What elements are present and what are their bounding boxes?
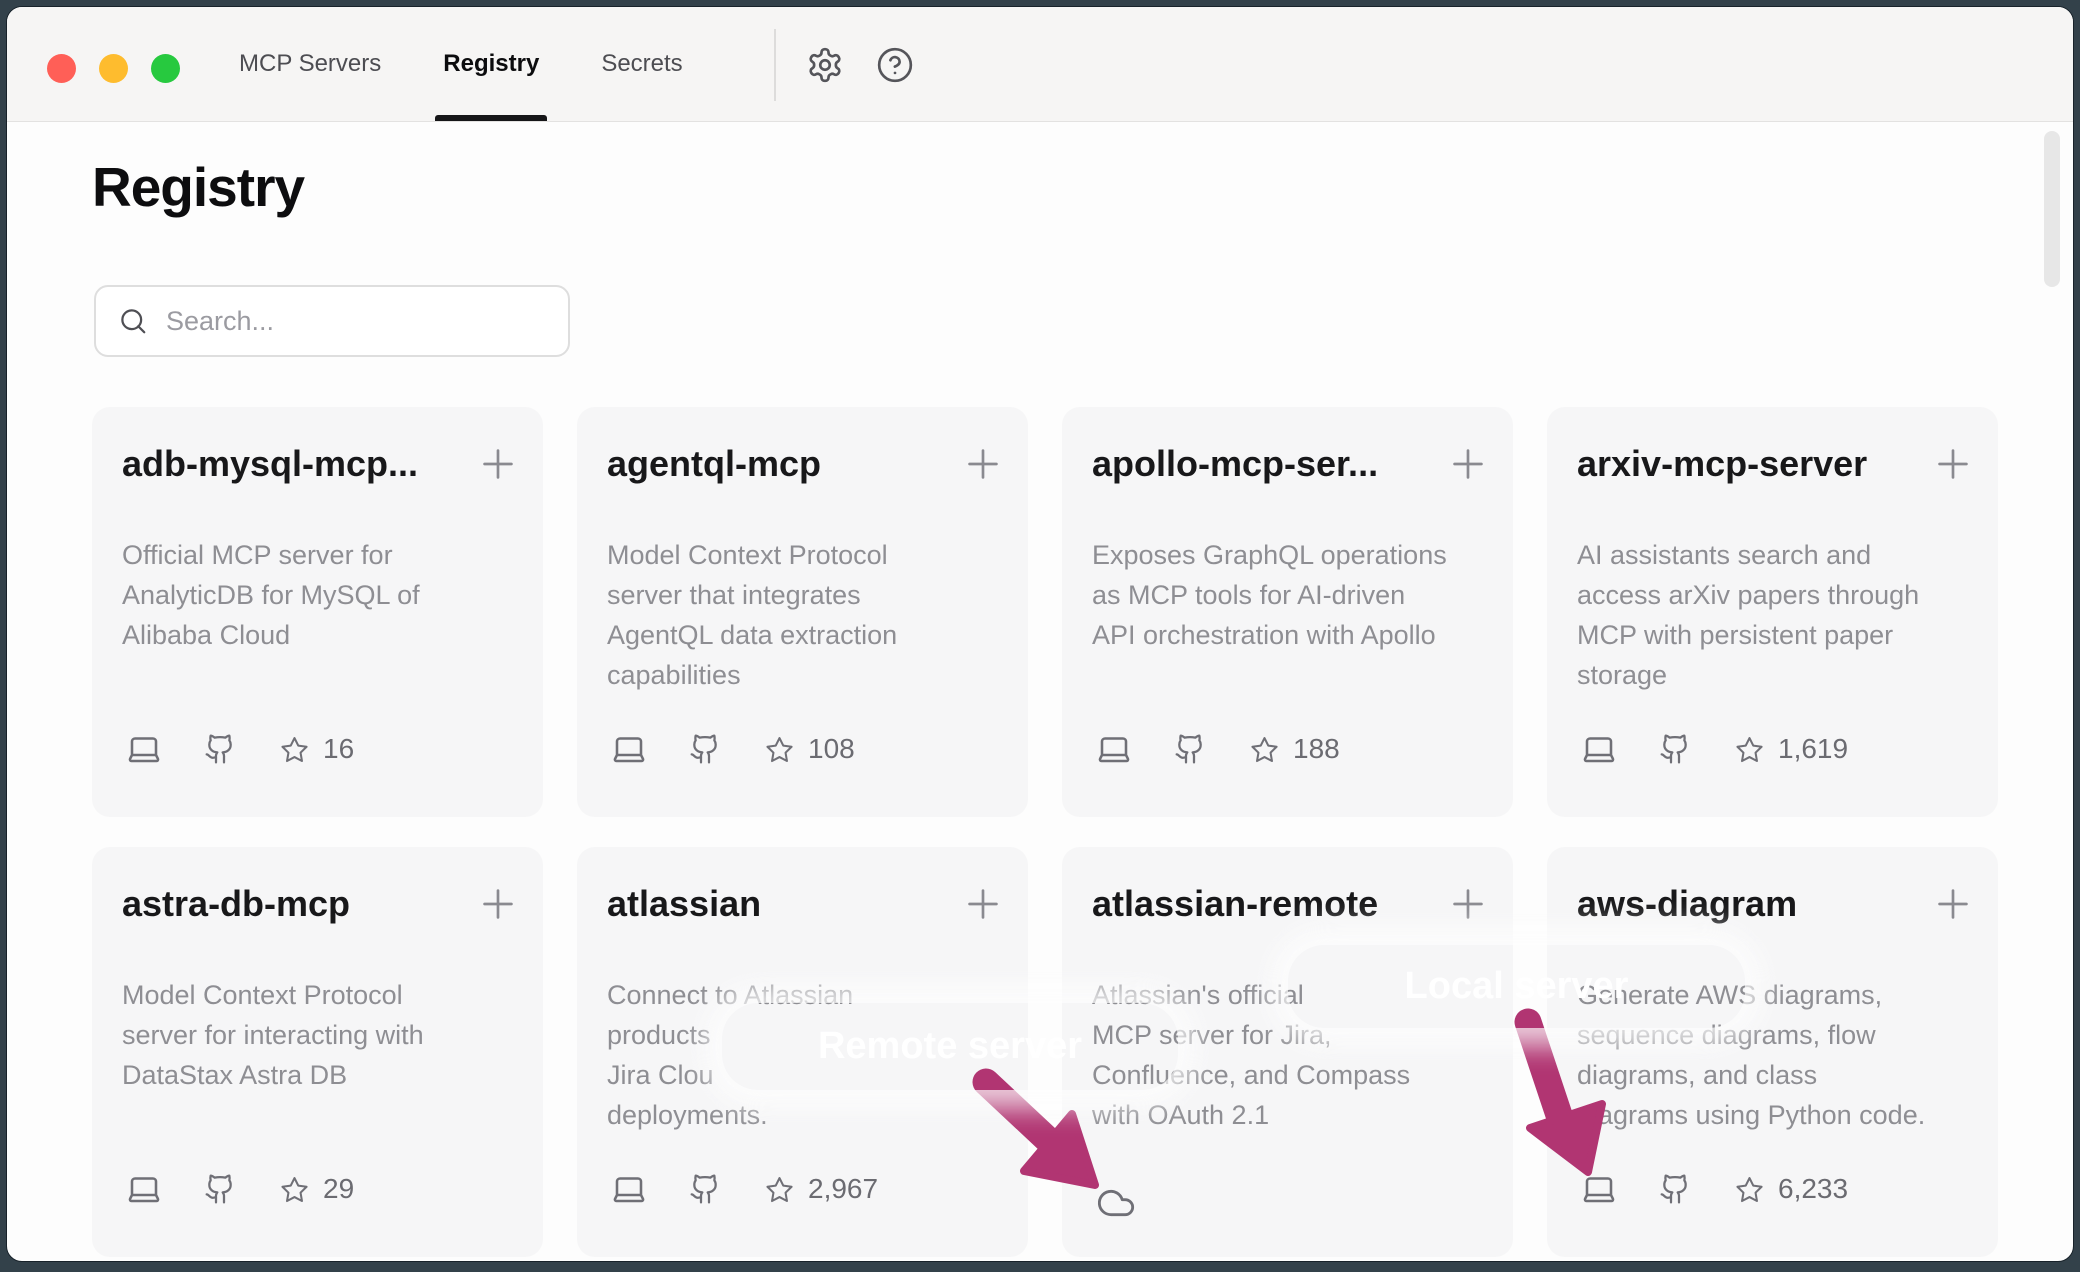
star-count: 6,233 — [1778, 1173, 1848, 1205]
server-card-footer: 6,233 — [1581, 1167, 1848, 1211]
server-name: arxiv-mcp-server — [1577, 443, 1918, 485]
star-icon — [765, 1175, 794, 1204]
settings-button[interactable] — [806, 46, 844, 84]
star-icon — [280, 735, 309, 764]
titlebar-divider — [774, 29, 776, 101]
server-card: astra-db-mcp Model Context Protocol serv… — [92, 847, 543, 1257]
gear-icon — [806, 46, 844, 84]
plus-icon — [475, 881, 521, 927]
server-description: Official MCP server for AnalyticDB for M… — [122, 535, 519, 655]
server-description: Exposes GraphQL operations as MCP tools … — [1092, 535, 1489, 655]
minimize-button[interactable] — [99, 54, 128, 83]
page-title: Registry — [92, 155, 304, 219]
server-name: aws-diagram — [1577, 883, 1918, 925]
server-description: AI assistants search and access arXiv pa… — [1577, 535, 1974, 695]
star-icon — [1250, 735, 1279, 764]
add-server-button[interactable] — [475, 441, 521, 487]
server-name: astra-db-mcp — [122, 883, 463, 925]
star-count: 2,967 — [808, 1173, 878, 1205]
github-icon[interactable] — [1659, 1173, 1691, 1205]
server-card: agentql-mcp Model Context Protocol serve… — [577, 407, 1028, 817]
server-name: agentql-mcp — [607, 443, 948, 485]
zoom-button[interactable] — [151, 54, 180, 83]
server-card-footer: 108 — [611, 727, 855, 771]
server-name: adb-mysql-mcp... — [122, 443, 463, 485]
server-card-footer — [1096, 1183, 1136, 1223]
tab-secrets[interactable]: Secrets — [597, 7, 686, 121]
tab-mcp-servers[interactable]: MCP Servers — [235, 7, 385, 121]
plus-icon — [1930, 881, 1976, 927]
add-server-button[interactable] — [475, 881, 521, 927]
add-server-button[interactable] — [1930, 441, 1976, 487]
star-icon — [280, 1175, 309, 1204]
server-description: Model Context Protocol server for intera… — [122, 975, 519, 1095]
main-tabs: MCP Servers Registry Secrets — [235, 7, 687, 121]
laptop-icon[interactable] — [1581, 731, 1617, 767]
close-button[interactable] — [47, 54, 76, 83]
star-count: 29 — [323, 1173, 354, 1205]
star-icon — [1735, 735, 1764, 764]
star-icon — [1735, 1175, 1764, 1204]
server-card-footer: 2,967 — [611, 1167, 878, 1211]
search-input[interactable] — [164, 305, 548, 338]
server-card: adb-mysql-mcp... Official MCP server for… — [92, 407, 543, 817]
laptop-icon[interactable] — [126, 731, 162, 767]
add-server-button[interactable] — [960, 881, 1006, 927]
registry-card-grid: adb-mysql-mcp... Official MCP server for… — [92, 407, 1998, 1257]
github-icon[interactable] — [1659, 733, 1691, 765]
server-description: Model Context Protocol server that integ… — [607, 535, 1004, 695]
server-name: apollo-mcp-ser... — [1092, 443, 1433, 485]
plus-icon — [1445, 441, 1491, 487]
screen: MCP Servers Registry Secrets — [0, 0, 2080, 1272]
local-server-callout: Local server — [1288, 945, 1745, 1028]
star-count: 16 — [323, 733, 354, 765]
plus-icon — [1930, 441, 1976, 487]
scrollbar-thumb[interactable] — [2044, 131, 2060, 287]
github-icon[interactable] — [204, 733, 236, 765]
github-icon[interactable] — [1174, 733, 1206, 765]
add-server-button[interactable] — [1445, 441, 1491, 487]
server-card: arxiv-mcp-server AI assistants search an… — [1547, 407, 1998, 817]
server-name: atlassian-remote — [1092, 883, 1433, 925]
add-server-button[interactable] — [1930, 881, 1976, 927]
plus-icon — [1445, 881, 1491, 927]
tab-registry[interactable]: Registry — [439, 7, 543, 121]
server-card: apollo-mcp-ser... Exposes GraphQL operat… — [1062, 407, 1513, 817]
server-card-footer: 188 — [1096, 727, 1340, 771]
laptop-icon[interactable] — [1096, 731, 1132, 767]
plus-icon — [475, 441, 521, 487]
github-icon[interactable] — [689, 733, 721, 765]
laptop-icon[interactable] — [126, 1171, 162, 1207]
laptop-icon[interactable] — [1581, 1171, 1617, 1207]
search-icon — [118, 306, 148, 336]
titlebar: MCP Servers Registry Secrets — [7, 7, 2073, 122]
remote-server-callout: Remote server — [722, 1003, 1178, 1090]
window-controls — [47, 54, 180, 83]
cloud-icon — [1096, 1183, 1136, 1223]
server-card-footer: 1,619 — [1581, 727, 1848, 771]
laptop-icon[interactable] — [611, 1171, 647, 1207]
help-button[interactable] — [876, 46, 914, 84]
help-icon — [876, 46, 914, 84]
star-count: 1,619 — [1778, 733, 1848, 765]
star-count: 188 — [1293, 733, 1340, 765]
laptop-icon[interactable] — [611, 731, 647, 767]
star-icon — [765, 735, 794, 764]
server-card-footer: 29 — [126, 1167, 354, 1211]
add-server-button[interactable] — [1445, 881, 1491, 927]
plus-icon — [960, 441, 1006, 487]
github-icon[interactable] — [689, 1173, 721, 1205]
star-count: 108 — [808, 733, 855, 765]
github-icon[interactable] — [204, 1173, 236, 1205]
plus-icon — [960, 881, 1006, 927]
add-server-button[interactable] — [960, 441, 1006, 487]
search-box — [94, 285, 570, 357]
server-name: atlassian — [607, 883, 948, 925]
server-card: aws-diagram Generate AWS diagrams, seque… — [1547, 847, 1998, 1257]
server-card-footer: 16 — [126, 727, 354, 771]
